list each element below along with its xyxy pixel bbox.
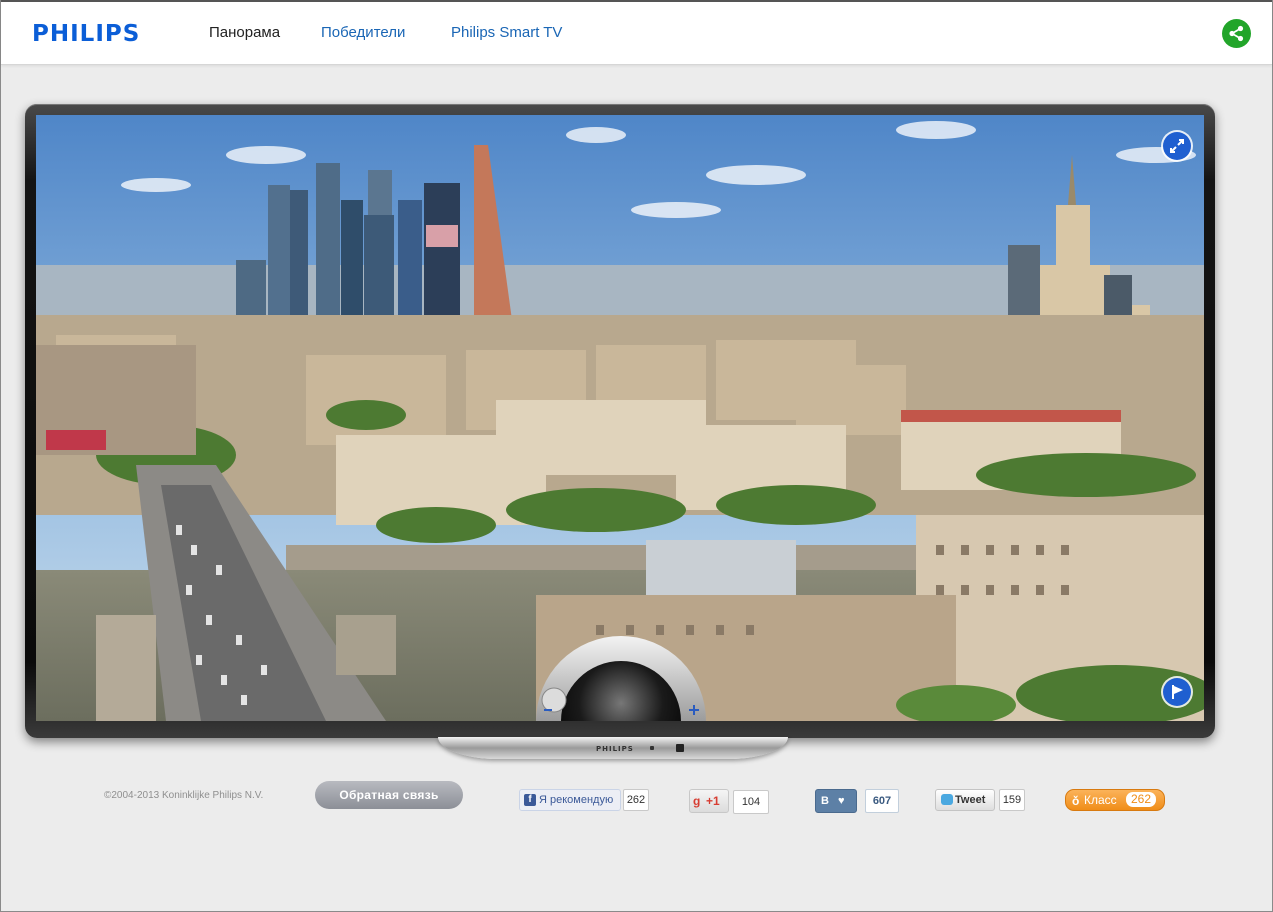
fullscreen-button[interactable] [1163,132,1191,160]
facebook-like-button[interactable]: f Я рекомендую [519,789,621,811]
philips-logo[interactable]: PHILIPS [32,20,140,48]
panorama-viewer[interactable] [36,115,1204,721]
gplus-button[interactable]: g +1 [689,789,729,813]
ok-class: ǒ Класс 262 [1065,789,1167,811]
twitter-bird-icon [941,794,953,805]
ok-count: 262 [1126,792,1157,807]
nav-winners[interactable]: Победители [321,23,405,43]
flag-button[interactable] [1163,678,1191,706]
facebook-like: f Я рекомендую 262 [519,789,651,811]
facebook-icon: f [524,794,536,806]
vk-like: В ♥ 607 [815,789,901,813]
ok-button[interactable]: ǒ Класс 262 [1065,789,1165,811]
tweet-count: 159 [999,789,1025,811]
facebook-label: Я рекомендую [539,794,614,806]
tv-frame [25,104,1215,738]
expand-icon [1170,139,1184,153]
gplus-label: +1 [706,794,720,808]
tweet-label: Tweet [955,794,986,806]
facebook-count: 262 [623,789,649,811]
gplus-share: g +1 104 [689,789,773,814]
flag-icon [1172,685,1183,699]
heart-icon: ♥ [838,795,845,807]
ok-icon: ǒ [1072,794,1080,808]
twitter-share: Tweet 159 [935,789,1027,811]
copyright: ©2004-2013 Koninklijke Philips N.V. [104,790,264,801]
google-icon: g [693,794,701,808]
top-bar: PHILIPS Панорама Победители Philips Smar… [1,0,1272,65]
nav-panorama[interactable]: Панорама [209,23,280,43]
vk-label: В [821,795,829,807]
share-button[interactable] [1222,19,1251,48]
vk-button[interactable]: В ♥ [815,789,857,813]
zoom-out-button[interactable] [541,687,567,713]
stand-dot [650,746,654,750]
tweet-button[interactable]: Tweet [935,789,995,811]
gplus-count: 104 [733,790,769,814]
panorama-image[interactable] [36,115,1204,721]
feedback-button[interactable]: Обратная связь [315,781,463,809]
vk-count: 607 [865,789,899,813]
stand-sensor [676,744,684,752]
share-icon [1229,25,1244,42]
tv-stand: PHILIPS [438,737,788,759]
nav-smart-tv[interactable]: Philips Smart TV [451,23,562,43]
ok-label: Класс [1084,793,1117,807]
stand-logo: PHILIPS [596,745,634,753]
